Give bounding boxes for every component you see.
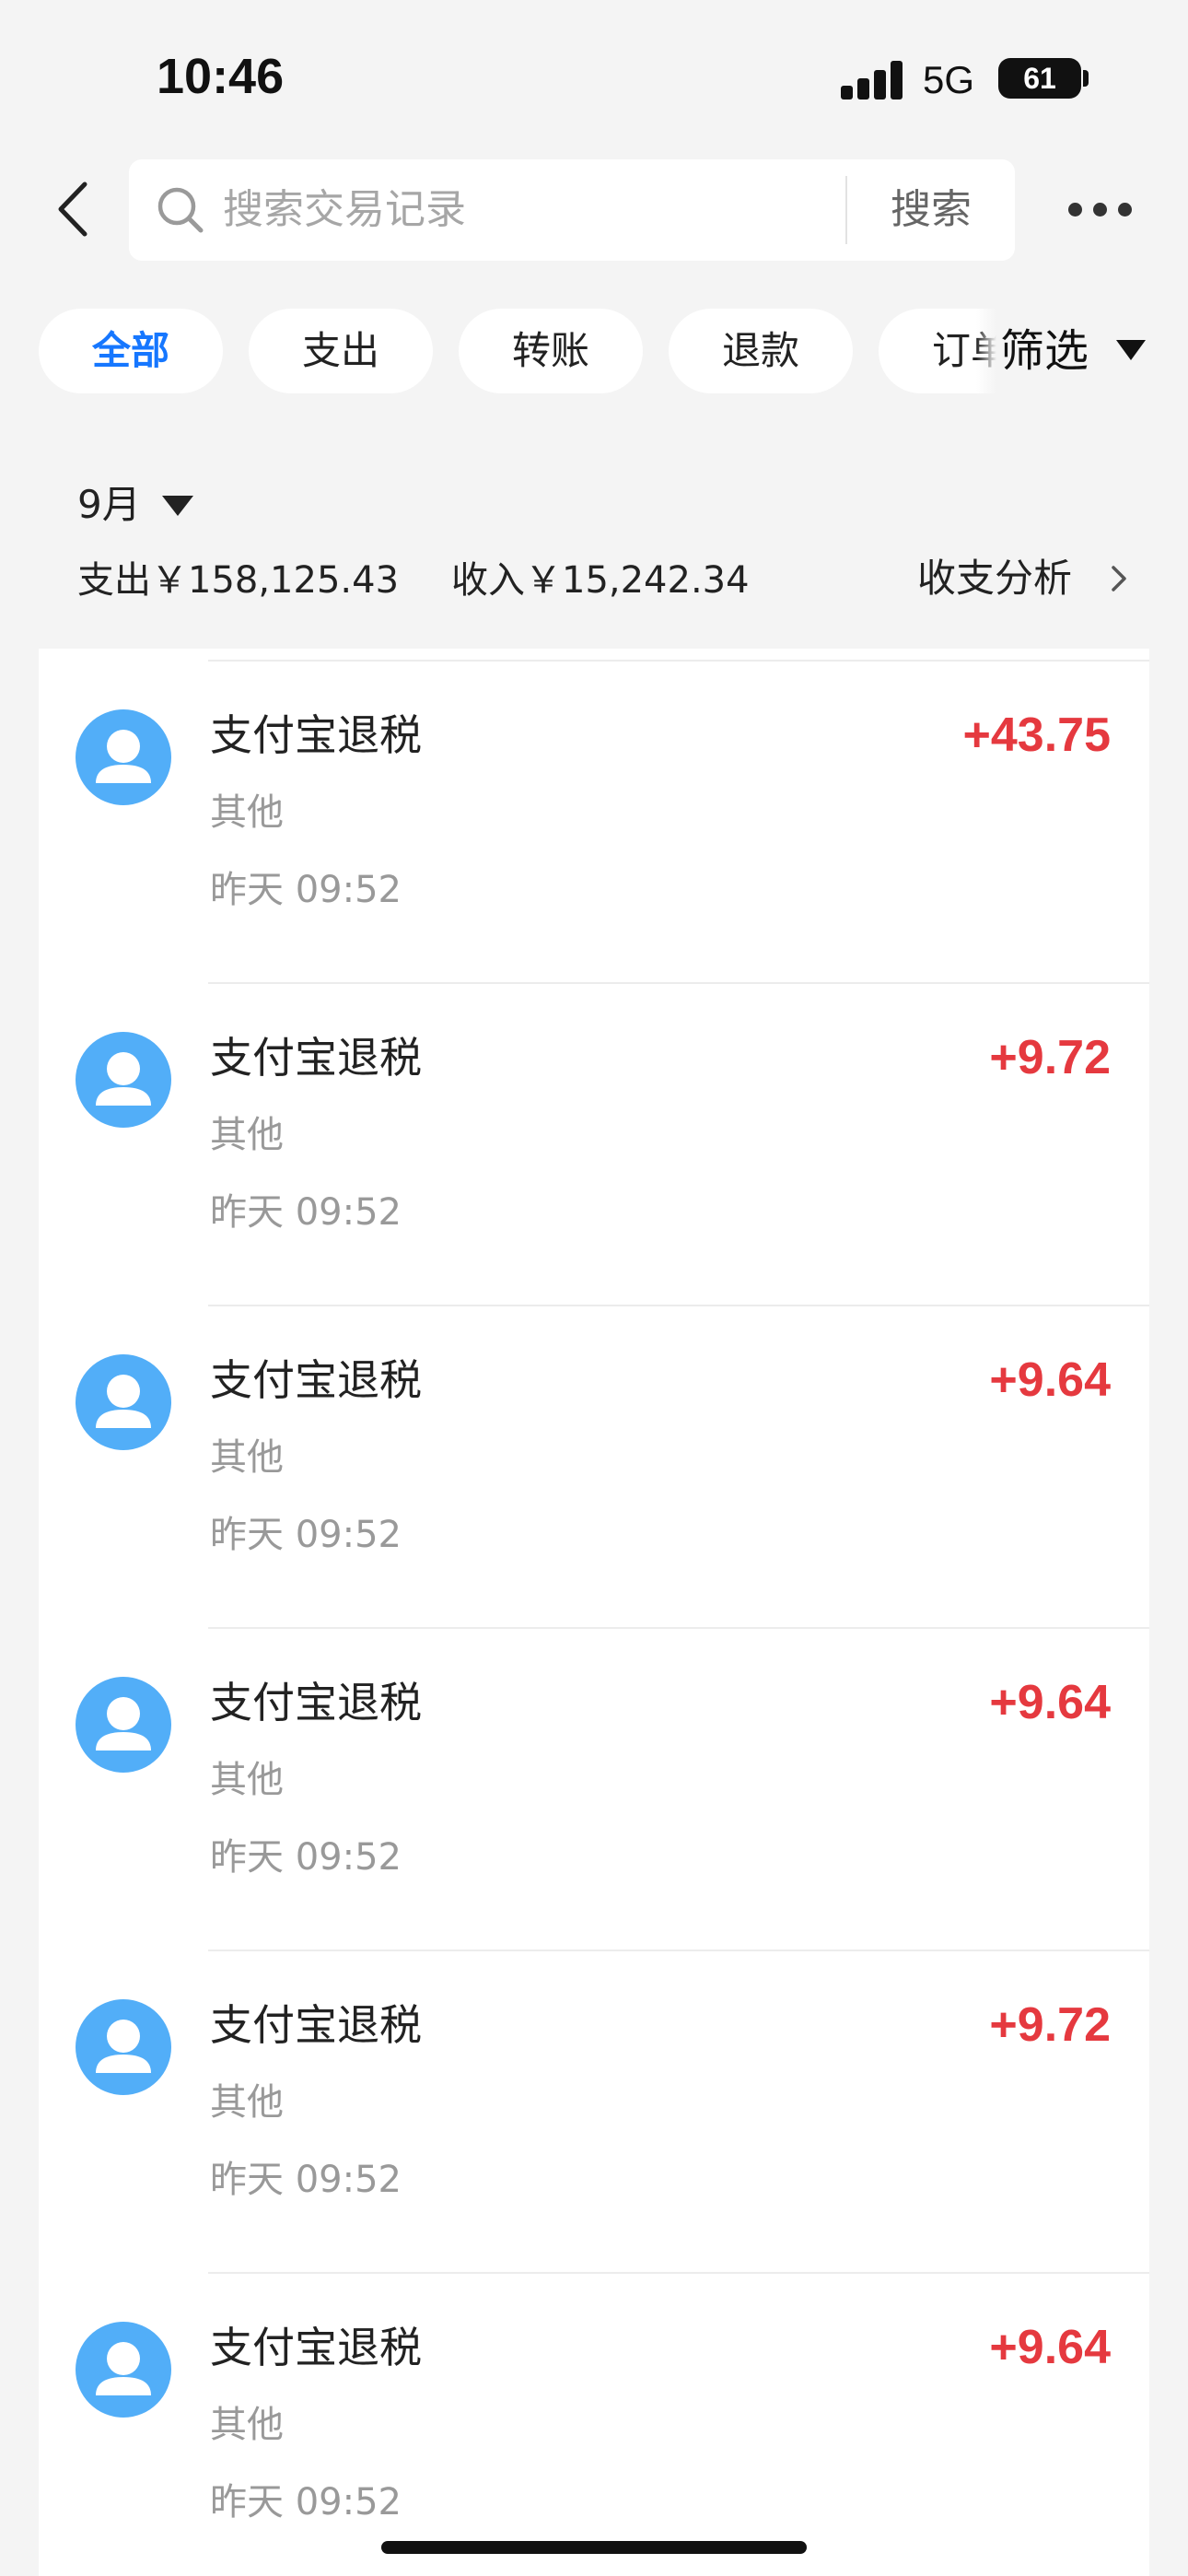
transaction-time: 昨天 09:52 [210,1836,402,1879]
transaction-amount: +9.64 [989,1676,1111,1729]
transaction-title: 支付宝退税 [210,2000,422,2050]
transaction-list: 支付宝退税 其他 昨天 09:52 +43.75 支付宝退税 其他 昨天 09:… [39,649,1149,2576]
battery-level: 61 [1023,61,1056,95]
transaction-title: 支付宝退税 [210,1033,422,1083]
transaction-row[interactable]: 支付宝退税 其他 昨天 09:52 +9.64 [39,1627,1149,1950]
month-selector[interactable]: 9月 [77,477,193,533]
chevron-left-icon [58,181,87,237]
transaction-row[interactable]: 支付宝退税 其他 昨天 09:52 +9.72 [39,1950,1149,2272]
caret-down-icon [162,496,193,516]
user-avatar-icon [76,1032,171,1128]
chevron-right-icon [1112,566,1126,591]
chip-refund[interactable]: 退款 [669,309,853,393]
search-input[interactable]: 搜索交易记录 [223,159,868,261]
user-avatar-icon [76,709,171,805]
transaction-row[interactable]: 支付宝退税 其他 昨天 09:52 +9.72 [39,982,1149,1305]
transaction-amount: +9.72 [989,1998,1111,2052]
expense-total: 支出￥158,125.43 [77,559,400,602]
list-divider [208,1950,1149,1951]
transaction-time: 昨天 09:52 [210,1514,402,1556]
list-divider [208,1305,1149,1306]
more-button[interactable] [1068,201,1133,219]
transaction-title: 支付宝退税 [210,710,422,760]
battery-icon: 61 [998,58,1081,99]
transaction-category: 其他 [210,1114,284,1156]
chip-expense[interactable]: 支出 [249,309,433,393]
transaction-records-page: 10:46 5G 61 搜索交易记录 搜索 全部 支出 转账 退款 订单 筛选 … [0,0,1188,2576]
transaction-title: 支付宝退税 [210,2323,422,2372]
search-icon [157,187,204,233]
analysis-link[interactable]: 收支分析 [917,549,1126,608]
status-time: 10:46 [157,49,285,104]
transaction-amount: +9.64 [989,2321,1111,2374]
signal-strength-icon [841,61,903,100]
search-button[interactable]: 搜索 [847,159,1015,261]
list-divider [208,1627,1149,1629]
filter-chips: 全部 支出 转账 退款 订单 筛选 [0,307,1188,395]
transaction-category: 其他 [210,1436,284,1479]
analysis-label: 收支分析 [917,556,1073,601]
home-indicator[interactable] [381,2541,807,2554]
battery-cap [1083,70,1089,87]
list-divider [208,2272,1149,2274]
transaction-category: 其他 [210,1759,284,1801]
transaction-amount: +9.64 [989,1353,1111,1407]
transaction-time: 昨天 09:52 [210,869,402,911]
more-dots-icon [1068,203,1082,217]
transaction-category: 其他 [210,2081,284,2124]
chip-transfer[interactable]: 转账 [459,309,643,393]
transaction-title: 支付宝退税 [210,1355,422,1405]
transaction-category: 其他 [210,2404,284,2446]
transaction-amount: +43.75 [962,708,1112,762]
transaction-category: 其他 [210,791,284,834]
month-label: 9月 [77,482,141,527]
user-avatar-icon [76,2322,171,2418]
transaction-row[interactable]: 支付宝退税 其他 昨天 09:52 +9.64 [39,2272,1149,2576]
filter-label: 筛选 [1000,325,1089,377]
status-bar: 10:46 5G 61 [0,0,1188,157]
user-avatar-icon [76,1677,171,1773]
transaction-amount: +9.72 [989,1031,1111,1084]
transaction-row[interactable]: 支付宝退税 其他 昨天 09:52 +43.75 [39,660,1149,982]
user-avatar-icon [76,1999,171,2095]
caret-down-icon [1116,340,1146,360]
transaction-title: 支付宝退税 [210,1678,422,1727]
chip-all[interactable]: 全部 [39,309,223,393]
transaction-time: 昨天 09:52 [210,1191,402,1234]
transaction-time: 昨天 09:52 [210,2159,402,2201]
transaction-row[interactable]: 支付宝退税 其他 昨天 09:52 +9.64 [39,1305,1149,1627]
filter-button[interactable]: 筛选 [996,307,1188,395]
income-total: 收入￥15,242.34 [451,559,750,602]
user-avatar-icon [76,1354,171,1450]
search-bar[interactable]: 搜索交易记录 搜索 [129,159,1015,261]
network-type: 5G [923,58,975,101]
transaction-time: 昨天 09:52 [210,2481,402,2523]
list-divider [208,982,1149,984]
back-button[interactable] [50,177,105,241]
